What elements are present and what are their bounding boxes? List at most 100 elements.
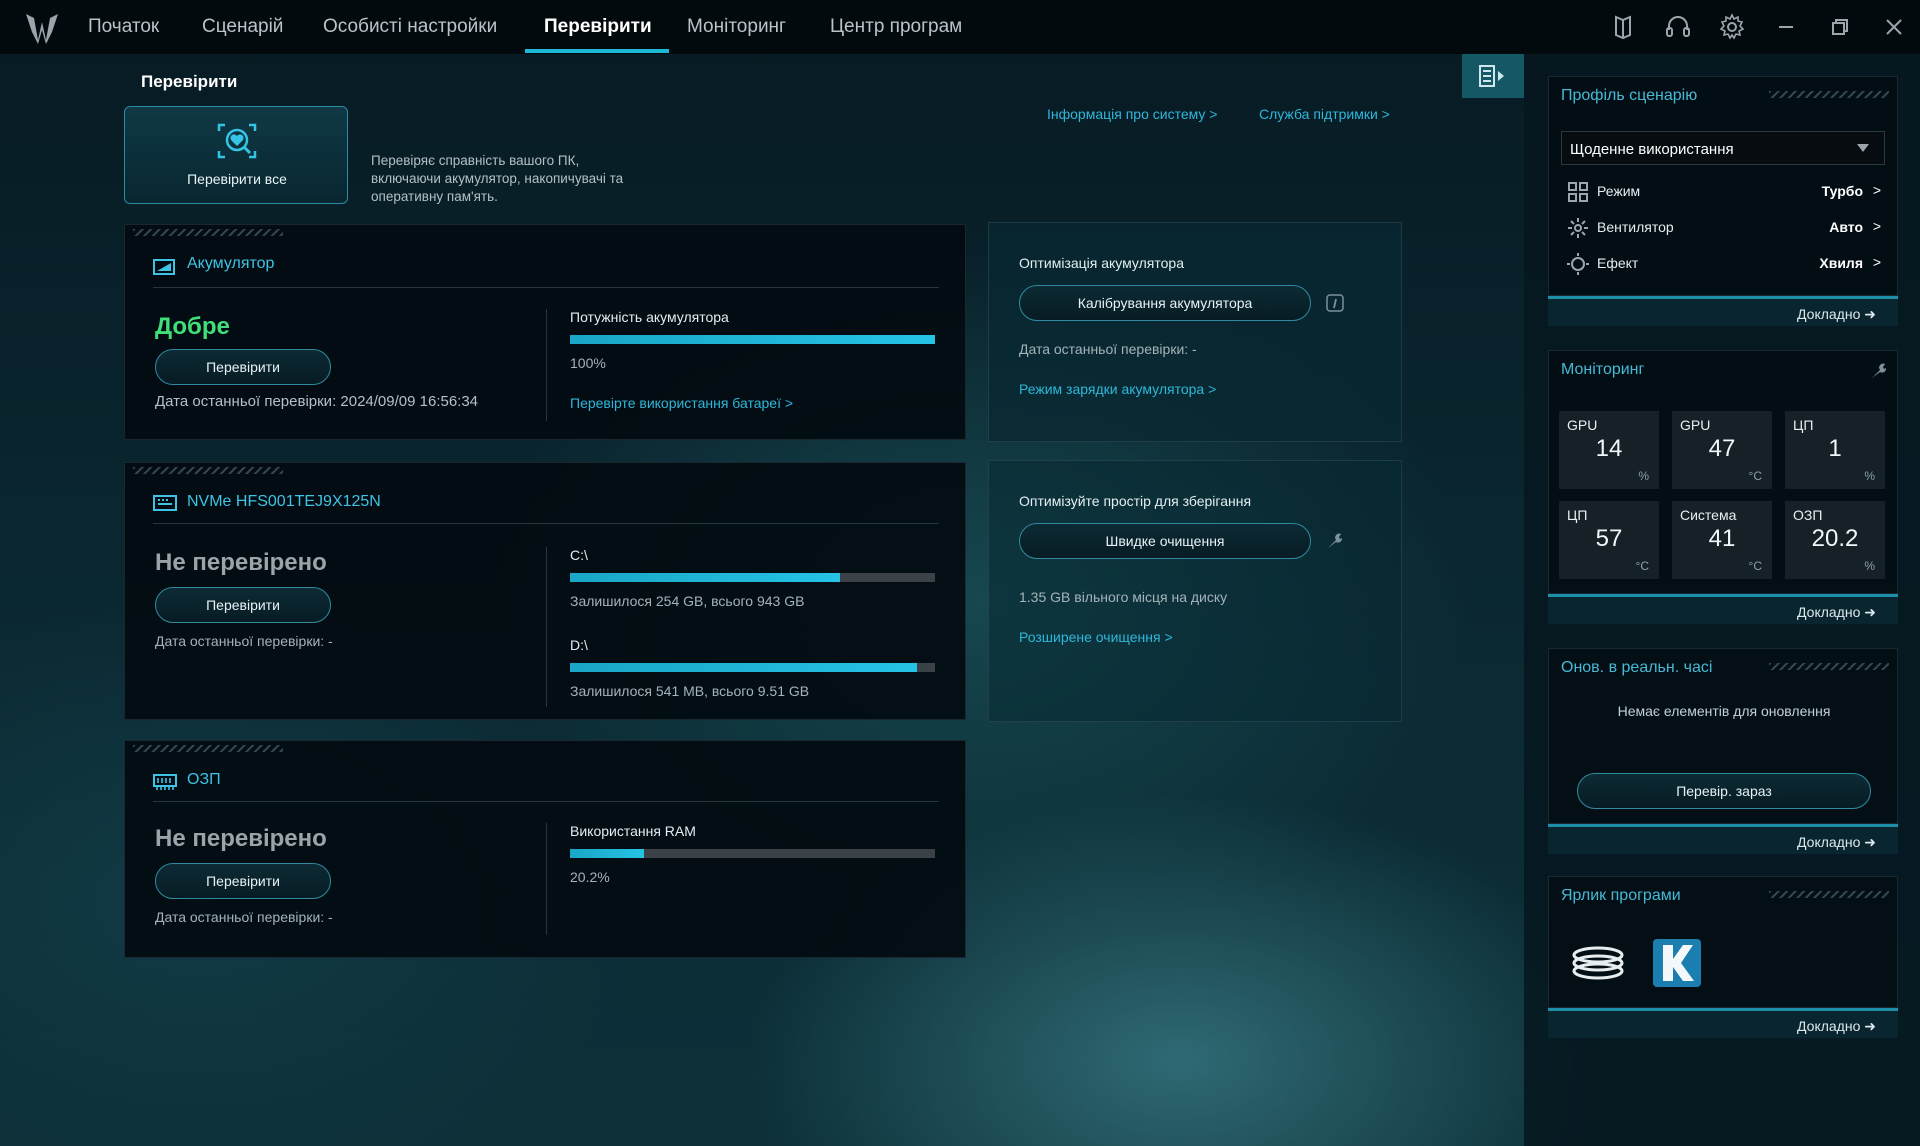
profile-row-effect[interactable]: Ефект Хвиля > [1567, 251, 1881, 275]
tile-value: 41 [1708, 525, 1736, 552]
monitor-tile-gpu-usage: GPU 14% [1559, 411, 1659, 489]
ram-check-button[interactable]: Перевірити [155, 863, 331, 899]
ram-icon [153, 774, 177, 790]
drive-c-info: Залишилося 254 GB, всього 943 GB [570, 593, 805, 609]
drive-d-info: Залишилося 541 MB, всього 9.51 GB [570, 683, 810, 699]
chevron-right-icon: > [1872, 182, 1881, 198]
ram-usage-bar [570, 849, 935, 858]
ram-usage-value: 20.2% [570, 869, 610, 885]
monitor-tile-ram-usage: ОЗП 20.2% [1785, 501, 1885, 579]
nav-personal-settings[interactable]: Особисті настройки [323, 16, 497, 38]
panel-hatch [1769, 91, 1889, 98]
footer-accent [1548, 594, 1898, 597]
divider [546, 823, 547, 935]
tile-label: GPU [1680, 417, 1711, 433]
monitor-tile-system-temp: Система 41 °C [1672, 501, 1772, 579]
storage-last-check: Дата останньої перевірки: - [155, 633, 333, 649]
battery-power-value: 100% [570, 355, 606, 371]
coil-app-icon[interactable] [1571, 937, 1625, 989]
profile-row-mode[interactable]: Режим Турбо > [1567, 179, 1881, 203]
keyboard-book-icon[interactable] [1608, 12, 1638, 42]
free-space-text: 1.35 GB вільного місця на диску [1019, 589, 1228, 605]
storage-opt-title: Оптимізуйте простір для зберігання [1019, 493, 1252, 509]
charge-mode-link[interactable]: Режим зарядки акумулятора > [1019, 381, 1216, 397]
system-info-link[interactable]: Інформація про систему > [1047, 106, 1217, 122]
storage-title: NVMe HFS001TEJ9X125N [187, 493, 381, 510]
storage-drive-icon [153, 495, 177, 511]
storage-check-button[interactable]: Перевірити [155, 587, 331, 623]
heart-scan-icon [217, 123, 257, 159]
fan-icon [1568, 218, 1588, 238]
profile-select[interactable]: Щоденне використання [1561, 131, 1885, 165]
advanced-clean-link[interactable]: Розширене очищення > [1019, 629, 1173, 645]
wrench-icon[interactable] [1325, 531, 1345, 551]
profile-row-label: Режим [1597, 183, 1641, 199]
calibrate-battery-button[interactable]: Калібрування акумулятора [1019, 285, 1311, 321]
check-all-button[interactable]: Перевірити все [124, 106, 348, 204]
nav-home[interactable]: Початок [88, 16, 159, 38]
card-hatch [133, 467, 283, 474]
check-now-button[interactable]: Перевір. зараз [1577, 773, 1871, 809]
tile-value: 57 [1595, 525, 1623, 552]
battery-power-bar [570, 335, 935, 344]
nav-scenario[interactable]: Сценарій [202, 16, 283, 38]
arrow-right-icon: ➜ [1864, 306, 1876, 322]
profile-more-link[interactable]: Докладно ➜ [1797, 306, 1876, 323]
panel-collapse-icon [1479, 65, 1504, 87]
gear-icon[interactable] [1717, 12, 1747, 42]
top-bar: Початок Сценарій Особисті настройки Пере… [0, 0, 1920, 54]
panel-hatch [1769, 891, 1889, 898]
battery-opt-title: Оптимізація акумулятора [1019, 255, 1184, 271]
close-icon[interactable] [1879, 12, 1909, 42]
k-app-icon[interactable] [1653, 939, 1701, 987]
minimize-icon[interactable] [1771, 12, 1801, 42]
nav-monitoring[interactable]: Моніторинг [687, 16, 786, 38]
profile-selected-value: Щоденне використання [1570, 141, 1734, 158]
battery-status: Добре [155, 313, 230, 340]
battery-check-button[interactable]: Перевірити [155, 349, 331, 385]
drive-d-fill [570, 663, 917, 672]
card-hatch [133, 745, 283, 752]
more-label: Докладно [1797, 834, 1861, 850]
sidebar-toggle-button[interactable] [1462, 54, 1524, 98]
tile-unit: °C [1748, 469, 1762, 483]
headset-icon[interactable] [1663, 12, 1693, 42]
info-icon[interactable] [1325, 293, 1345, 313]
support-link[interactable]: Служба підтримки > [1259, 106, 1390, 122]
quick-clean-button[interactable]: Швидке очищення [1019, 523, 1311, 559]
shortcuts-footer: Докладно ➜ [1548, 1008, 1898, 1038]
page-title: Перевірити [141, 72, 238, 91]
profile-row-label: Вентилятор [1597, 219, 1674, 235]
chevron-right-icon: > [1872, 254, 1881, 270]
tile-value: 1 [1828, 435, 1842, 462]
shortcuts-more-link[interactable]: Докладно ➜ [1797, 1018, 1876, 1035]
updates-title: Онов. в реальн. часі [1561, 659, 1713, 676]
drive-c-bar [570, 573, 935, 582]
storage-status: Не перевірено [155, 549, 327, 576]
restore-icon[interactable] [1825, 12, 1855, 42]
profile-row-value: Турбо [1821, 183, 1863, 199]
ram-usage-fill [570, 849, 644, 858]
battery-power-label: Потужність акумулятора [570, 309, 729, 325]
nav-check[interactable]: Перевірити [544, 16, 652, 38]
realtime-updates-panel: Онов. в реальн. часі Немає елементів для… [1548, 648, 1898, 824]
predator-logo-icon[interactable] [22, 10, 62, 46]
monitoring-more-link[interactable]: Докладно ➜ [1797, 604, 1876, 621]
ram-usage-label: Використання RAM [570, 823, 696, 839]
ram-card: ОЗП Не перевірено Перевірити Дата останн… [124, 740, 966, 958]
tile-unit: % [1638, 469, 1649, 483]
profile-row-value: Авто [1829, 219, 1863, 235]
monitor-tile-cpu-temp: ЦП 57 °C [1559, 501, 1659, 579]
storage-optimization-card: Оптимізуйте простір для зберігання Швидк… [988, 460, 1402, 722]
ram-title: ОЗП [187, 771, 221, 788]
arrow-right-icon: ➜ [1864, 834, 1876, 850]
nav-app-center[interactable]: Центр програм [830, 16, 962, 38]
panel-hatch [1769, 663, 1889, 670]
battery-usage-link[interactable]: Перевірте використання батареї > [570, 395, 793, 411]
sun-icon [1567, 253, 1589, 275]
updates-more-link[interactable]: Докладно ➜ [1797, 834, 1876, 851]
battery-icon [153, 259, 175, 275]
tile-value: 20.2 [1811, 525, 1859, 552]
wrench-icon[interactable] [1869, 361, 1889, 381]
profile-row-fan[interactable]: Вентилятор Авто > [1567, 215, 1881, 239]
